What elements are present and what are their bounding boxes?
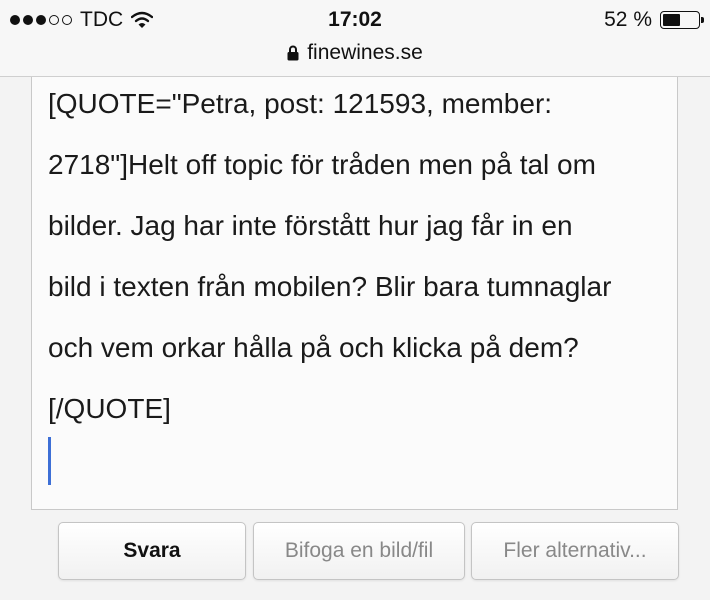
more-options-button[interactable]: Fler alternativ... xyxy=(471,522,679,580)
browser-top-bar: TDC 17:02 52 % finewines.se xyxy=(0,0,710,77)
status-bar-right: 52 % xyxy=(604,6,704,34)
url-bar[interactable]: finewines.se xyxy=(0,38,710,68)
battery-cap xyxy=(701,17,704,23)
url-domain: finewines.se xyxy=(307,41,423,64)
battery-level-fill xyxy=(663,14,680,26)
screen: [QUOTE="Petra, post: 121593, member: 271… xyxy=(0,0,710,600)
reply-button[interactable]: Svara xyxy=(58,522,246,580)
editor-text[interactable]: [QUOTE="Petra, post: 121593, member: 271… xyxy=(48,73,658,439)
attach-file-button[interactable]: Bifoga en bild/fil xyxy=(253,522,465,580)
battery-percent: 52 % xyxy=(604,8,652,31)
text-caret xyxy=(48,437,51,485)
battery-icon xyxy=(660,11,704,29)
lock-icon xyxy=(287,45,299,61)
reply-editor[interactable]: [QUOTE="Petra, post: 121593, member: 271… xyxy=(31,60,678,510)
